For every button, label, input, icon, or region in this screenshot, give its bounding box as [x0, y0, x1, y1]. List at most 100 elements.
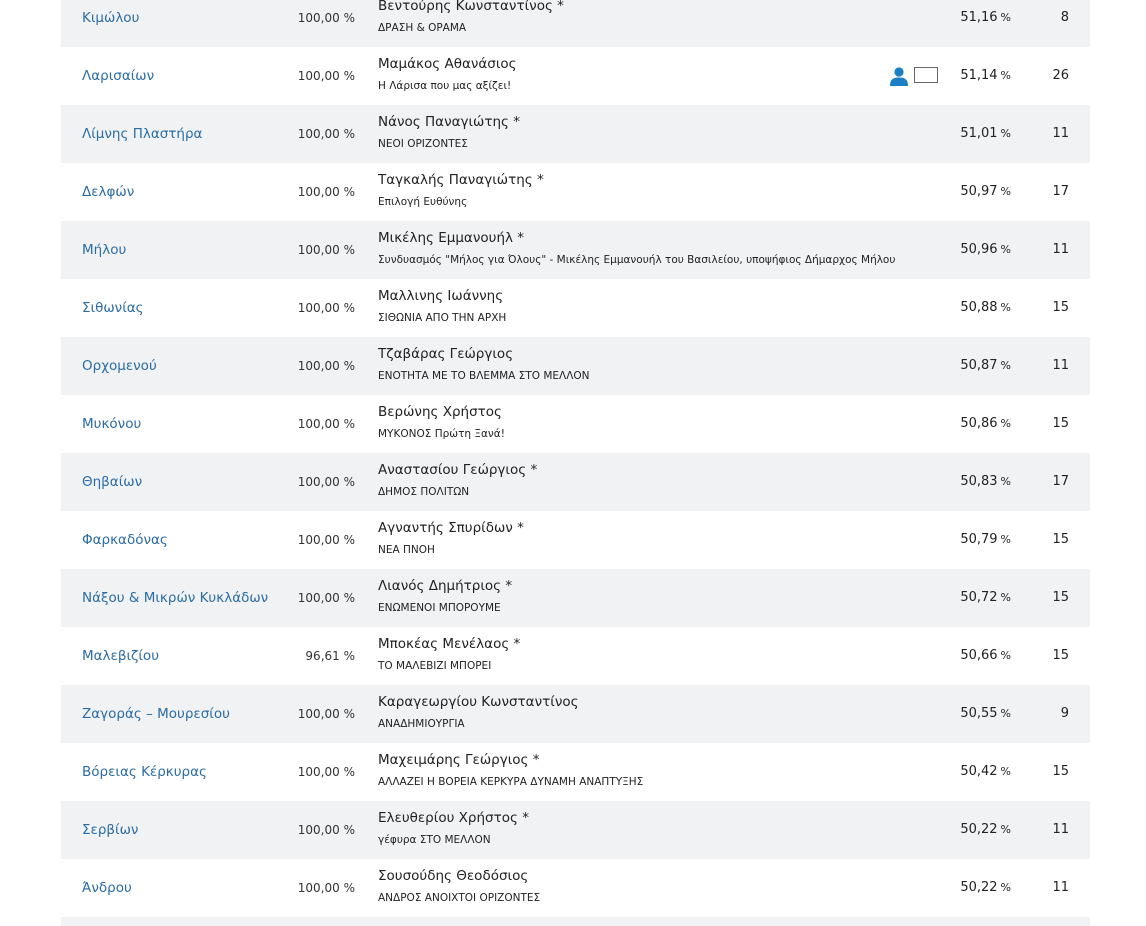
candidate-name: Καραγεωργίου Κωνσταντίνος — [378, 694, 579, 710]
counted-percent: 100,00 % — [297, 765, 355, 779]
candidate-name: Λιανός Δημήτριος * — [378, 578, 513, 594]
seats-count: 15 — [1052, 416, 1069, 431]
percent-symbol: % — [1000, 591, 1011, 604]
table-row: Θηβαίων 100,00 % Αναστασίου Γεώργιος * Δ… — [61, 453, 1090, 511]
vote-percent: 51,01% — [960, 105, 1011, 163]
municipality-link[interactable]: Άνδρου — [82, 859, 132, 917]
candidate-party: γέφυρα ΣΤΟ ΜΕΛΛΟΝ — [378, 834, 491, 846]
vote-percent-value: 50,55 — [960, 706, 998, 721]
vote-percent: 50,88% — [960, 279, 1011, 337]
vote-percent-value: 50,66 — [960, 648, 998, 663]
seats-count: 8 — [1060, 10, 1069, 25]
seats-count: 11 — [1052, 126, 1069, 141]
percent-symbol: % — [1000, 533, 1011, 546]
candidate-name: Βεντούρης Κωνσταντίνος * — [378, 0, 564, 14]
municipality-link[interactable]: Θηβαίων — [82, 453, 142, 511]
candidate-name: Μαχειμάρης Γεώργιος * — [378, 752, 540, 768]
candidate-party: ΕΝΩΜΕΝΟΙ ΜΠΟΡΟΥΜΕ — [378, 602, 501, 614]
vote-percent: 51,16% — [960, 0, 1011, 47]
percent-symbol: % — [1000, 881, 1011, 894]
vote-percent: 50,97% — [960, 163, 1011, 221]
counted-percent: 100,00 % — [297, 881, 355, 895]
municipality-link[interactable]: Σιθωνίας — [82, 279, 144, 337]
municipality-link[interactable]: Ζαγοράς – Μουρεσίου — [82, 685, 230, 743]
table-row: Μαλεβιζίου 96,61 % Μποκέας Μενέλαος * ΤΟ… — [61, 627, 1090, 685]
counted-percent: 100,00 % — [297, 301, 355, 315]
vote-percent: 50,87% — [960, 337, 1011, 395]
counted-percent: 100,00 % — [297, 359, 355, 373]
municipality-link[interactable]: Φαρκαδόνας — [82, 511, 168, 569]
table-row: Μήλου 100,00 % Μικέλης Εμμανουήλ * Συνδυ… — [61, 221, 1090, 279]
counted-percent: 100,00 % — [297, 823, 355, 837]
percent-symbol: % — [1000, 823, 1011, 836]
municipality-link[interactable]: Λίμνης Πλαστήρα — [82, 105, 202, 163]
seats-count: 11 — [1052, 242, 1069, 257]
counted-percent: 100,00 % — [297, 707, 355, 721]
candidate-name: Βερώνης Χρήστος — [378, 404, 502, 420]
vote-percent: 50,66% — [960, 627, 1011, 685]
table-row: Άνδρου 100,00 % Σουσούδης Θεοδόσιος ΑΝΔΡ… — [61, 859, 1090, 917]
table-row: Νάξου & Μικρών Κυκλάδων 100,00 % Λιανός … — [61, 569, 1090, 627]
municipality-link[interactable]: Σερβίων — [82, 801, 138, 859]
percent-symbol: % — [1000, 11, 1011, 24]
percent-symbol: % — [1000, 765, 1011, 778]
vote-percent: 50,72% — [960, 569, 1011, 627]
municipality-link[interactable]: Βόρειας Κέρκυρας — [82, 743, 207, 801]
checkbox-icon[interactable] — [914, 67, 938, 83]
candidate-party: ΣΙΘΩΝΙΑ ΑΠΟ ΤΗΝ ΑΡΧΗ — [378, 312, 507, 324]
candidate-party: Επιλογή Ευθύνης — [378, 196, 468, 208]
candidate-name: Σουσούδης Θεοδόσιος — [378, 868, 529, 884]
candidate-name: Ελευθερίου Χρήστος * — [378, 810, 529, 826]
seats-count: 26 — [1052, 68, 1069, 83]
candidate-party: ΑΝΔΡΟΣ ΑΝΟΙΧΤΟΙ ΟΡΙΖΟΝΤΕΣ — [378, 892, 541, 904]
table-row: Ορχομενού 100,00 % Τζαβάρας Γεώργιος ΕΝΟ… — [61, 337, 1090, 395]
counted-percent: 100,00 % — [297, 475, 355, 489]
person-icon[interactable] — [889, 66, 909, 86]
candidate-name: Αναστασίου Γεώργιος * — [378, 462, 538, 478]
table-row: Λαρισαίων 100,00 % Μαμάκος Αθανάσιος Η Λ… — [61, 47, 1090, 105]
percent-symbol: % — [1000, 69, 1011, 82]
percent-symbol: % — [1000, 707, 1011, 720]
table-row: Ζαγοράς – Μουρεσίου 100,00 % Καραγεωργίο… — [61, 685, 1090, 743]
candidate-name: Αγναντής Σπυρίδων * — [378, 520, 524, 536]
seats-count: 15 — [1052, 590, 1069, 605]
candidate-party: ΤΟ ΜΑΛΕΒΙΖΙ ΜΠΟΡΕΙ — [378, 660, 492, 672]
counted-percent: 100,00 % — [297, 185, 355, 199]
candidate-name: Μικέλης Εμμανουήλ * — [378, 230, 525, 246]
counted-percent: 100,00 % — [297, 533, 355, 547]
percent-symbol: % — [1000, 359, 1011, 372]
percent-symbol: % — [1000, 127, 1011, 140]
vote-percent: 50,83% — [960, 453, 1011, 511]
counted-percent: 100,00 % — [297, 69, 355, 83]
counted-percent: 100,00 % — [297, 417, 355, 431]
municipality-link[interactable]: Δελφών — [82, 163, 134, 221]
candidate-party: ΑΛΛΑΖΕΙ Η ΒΟΡΕΙΑ ΚΕΡΚΥΡΑ ΔΥΝΑΜΗ ΑΝΑΠΤΥΞΗ… — [378, 776, 644, 788]
seats-count: 15 — [1052, 648, 1069, 663]
table-row: Σερβίων 100,00 % Ελευθερίου Χρήστος * γέ… — [61, 801, 1090, 859]
counted-percent: 96,61 % — [305, 649, 355, 663]
municipality-link[interactable]: Μυκόνου — [82, 395, 141, 453]
percent-symbol: % — [1000, 475, 1011, 488]
counted-percent: 100,00 % — [297, 127, 355, 141]
vote-percent-value: 50,96 — [960, 242, 998, 257]
vote-percent: 50,79% — [960, 511, 1011, 569]
candidate-party: ΔΗΜΟΣ ΠΟΛΙΤΩΝ — [378, 486, 470, 498]
municipality-link[interactable]: Ορχομενού — [82, 337, 157, 395]
vote-percent-value: 50,22 — [960, 822, 998, 837]
seats-count: 15 — [1052, 532, 1069, 547]
vote-percent: 50,55% — [960, 685, 1011, 743]
vote-percent-value: 50,87 — [960, 358, 998, 373]
counted-percent: 100,00 % — [297, 591, 355, 605]
candidate-party: ΝΕΑ ΠΝΟΗ — [378, 544, 435, 556]
percent-symbol: % — [1000, 243, 1011, 256]
table-row: Μυκόνου 100,00 % Βερώνης Χρήστος ΜΥΚΟΝΟΣ… — [61, 395, 1090, 453]
candidate-party: ΑΝΑΔΗΜΙΟΥΡΓΙΑ — [378, 718, 465, 730]
municipality-link[interactable]: Μαλεβιζίου — [82, 627, 159, 685]
municipality-link[interactable]: Μήλου — [82, 221, 126, 279]
candidate-party: ΔΡΑΣΗ & ΟΡΑΜΑ — [378, 22, 467, 34]
vote-percent-value: 50,88 — [960, 300, 998, 315]
municipality-link[interactable]: Λαρισαίων — [82, 47, 154, 105]
municipality-link[interactable]: Νάξου & Μικρών Κυκλάδων — [82, 569, 268, 627]
municipality-link[interactable]: Κιμώλου — [82, 0, 139, 47]
candidate-party: ΕΝΟΤΗΤΑ ΜΕ ΤΟ ΒΛΕΜΜΑ ΣΤΟ ΜΕΛΛΟΝ — [378, 370, 590, 382]
